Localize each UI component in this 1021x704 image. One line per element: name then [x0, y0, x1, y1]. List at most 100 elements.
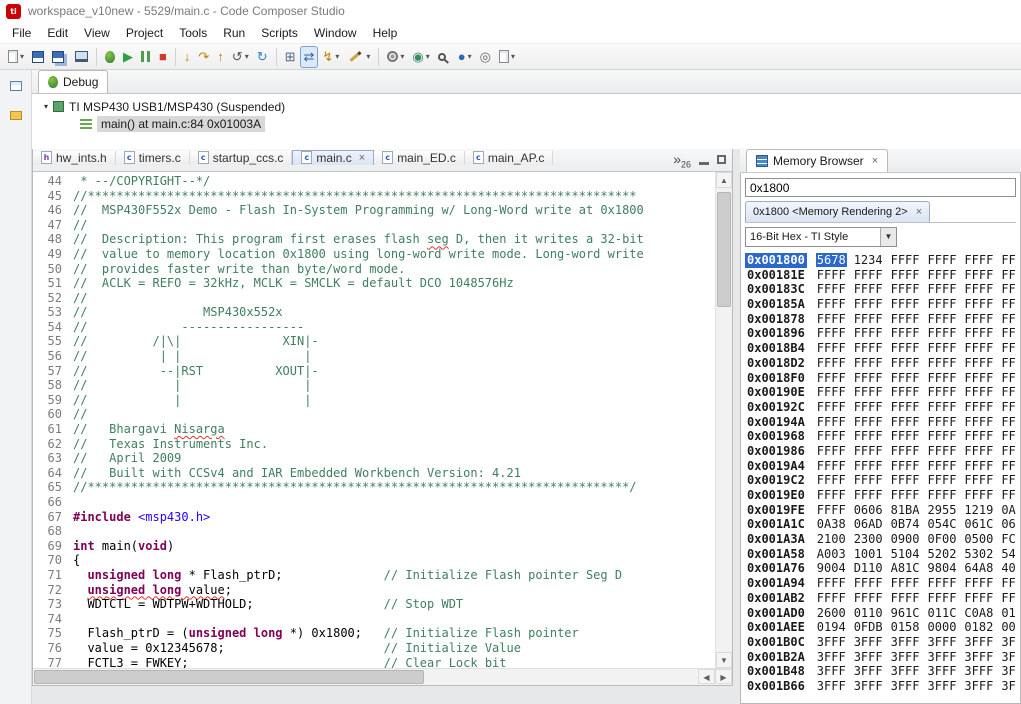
code-line[interactable]: // /|\| XIN|-: [73, 334, 715, 349]
flash-button[interactable]: ↯▾: [318, 46, 343, 68]
memory-cell[interactable]: FFFF: [890, 341, 921, 355]
memory-address[interactable]: 0x001878: [745, 312, 807, 327]
memory-cell[interactable]: FFFF: [1000, 326, 1016, 340]
memory-cell[interactable]: A81C: [890, 561, 921, 575]
memory-cell[interactable]: 3FFF: [853, 664, 884, 678]
code-line[interactable]: // --|RST XOUT|-: [73, 364, 715, 379]
memory-cell[interactable]: FFFF: [816, 326, 847, 340]
code-line[interactable]: {: [73, 553, 715, 568]
memory-cell[interactable]: FFFF: [927, 415, 958, 429]
memory-cell[interactable]: FFFF: [927, 326, 958, 340]
memory-cell[interactable]: FFFF: [963, 385, 994, 399]
memory-cell[interactable]: FFFF: [816, 400, 847, 414]
memory-cell[interactable]: FFFF: [816, 385, 847, 399]
memory-cell[interactable]: FFFF: [853, 297, 884, 311]
memory-cell[interactable]: FFFF: [853, 488, 884, 502]
memory-cell[interactable]: 0606: [853, 503, 884, 517]
memory-cell[interactable]: 2955: [927, 503, 958, 517]
memory-cell[interactable]: FFFF: [963, 429, 994, 443]
memory-cell[interactable]: FFFF: [816, 356, 847, 370]
restart-button[interactable]: ↻: [253, 46, 272, 68]
memory-address[interactable]: 0x001B48: [745, 664, 807, 679]
memory-cell[interactable]: FFFF: [1000, 488, 1016, 502]
debug-session-row[interactable]: ▾ TI MSP430 USB1/MSP430 (Suspended): [32, 98, 1021, 115]
memory-cell[interactable]: FFFF: [853, 268, 884, 282]
memory-cell[interactable]: FFFF: [1000, 253, 1016, 267]
memory-cell[interactable]: FFFF: [853, 356, 884, 370]
code-line[interactable]: // April 2009: [73, 451, 715, 466]
memory-cell[interactable]: 0B74: [890, 517, 921, 531]
memory-cell[interactable]: FFFF: [816, 459, 847, 473]
memory-address[interactable]: 0x0019C2: [745, 473, 807, 488]
memory-cell[interactable]: FFFF: [816, 429, 847, 443]
code-line[interactable]: FCTL3 = FWKEY; // Clear Lock bit: [73, 656, 715, 668]
memory-cell[interactable]: 0003: [1000, 620, 1016, 634]
memory-address[interactable]: 0x0019E0: [745, 488, 807, 503]
memory-cell[interactable]: FFFF: [927, 444, 958, 458]
menu-scripts[interactable]: Scripts: [253, 24, 306, 42]
memory-cell[interactable]: 0A08: [1000, 503, 1016, 517]
restore-view-button[interactable]: [5, 76, 27, 96]
menu-project[interactable]: Project: [118, 24, 171, 42]
code-editor[interactable]: * --/COPYRIGHT--*///********************…: [69, 172, 715, 668]
editor-tab-main_ED.c[interactable]: cmain_ED.c: [374, 151, 465, 165]
code-line[interactable]: // value to memory location 0x1800 using…: [73, 247, 715, 262]
code-line[interactable]: * --/COPYRIGHT--*/: [73, 174, 715, 189]
menu-tools[interactable]: Tools: [171, 24, 215, 42]
memory-address[interactable]: 0x001986: [745, 444, 807, 459]
memory-cell[interactable]: 0110: [1000, 606, 1016, 620]
memory-cell[interactable]: FFFF: [890, 415, 921, 429]
memory-cell[interactable]: FFFF: [853, 591, 884, 605]
memory-cell[interactable]: FFFF: [927, 297, 958, 311]
memory-cell[interactable]: 011C: [927, 606, 958, 620]
resume-button[interactable]: ▶: [119, 46, 137, 68]
memory-cell[interactable]: 3FFF: [927, 664, 958, 678]
memory-cell[interactable]: 0A38: [816, 517, 847, 531]
memory-cell[interactable]: 06AD: [853, 517, 884, 531]
memory-cell[interactable]: FFFF: [927, 282, 958, 296]
memory-cell[interactable]: FFFF: [927, 488, 958, 502]
memory-cell[interactable]: FFFF: [890, 268, 921, 282]
breakpoints-button[interactable]: ●▾: [454, 46, 476, 68]
memory-cell[interactable]: FFFF: [1000, 444, 1016, 458]
memory-cell[interactable]: FFFF: [853, 326, 884, 340]
memory-cell[interactable]: 061C: [963, 517, 994, 531]
menu-edit[interactable]: Edit: [39, 24, 76, 42]
memory-cell[interactable]: FFFF: [890, 253, 921, 267]
memory-cell[interactable]: FFFF: [963, 356, 994, 370]
memory-cell[interactable]: FFFF: [816, 297, 847, 311]
memory-cell[interactable]: FFFF: [927, 268, 958, 282]
code-line[interactable]: // | |: [73, 378, 715, 393]
memory-cell[interactable]: 3FFF: [890, 635, 921, 649]
memory-cell[interactable]: 3FFF: [853, 650, 884, 664]
memory-cell[interactable]: FFFF: [853, 415, 884, 429]
memory-cell[interactable]: 81BA: [890, 503, 921, 517]
code-line[interactable]: // MSP430x552x: [73, 305, 715, 320]
memory-cell[interactable]: FFFF: [1000, 268, 1016, 282]
format-select[interactable]: 16-Bit Hex - TI Style ▼: [745, 227, 897, 247]
memory-address[interactable]: 0x001A58: [745, 547, 807, 562]
memory-cell[interactable]: FFFF: [927, 591, 958, 605]
memory-address[interactable]: 0x001B0C: [745, 635, 807, 650]
memory-address[interactable]: 0x0019A4: [745, 459, 807, 474]
memory-cell[interactable]: FFFF: [963, 371, 994, 385]
memory-cell[interactable]: 3FFF: [1000, 664, 1016, 678]
memory-cell[interactable]: FFFF: [963, 415, 994, 429]
memory-address[interactable]: 0x001A1C: [745, 517, 807, 532]
memory-address[interactable]: 0x00192C: [745, 400, 807, 415]
memory-address[interactable]: 0x0018F0: [745, 371, 807, 386]
show-console-button[interactable]: [71, 46, 92, 68]
editor-horizontal-scrollbar[interactable]: ◀ ▶: [33, 668, 732, 685]
memory-cell[interactable]: 1234: [853, 253, 884, 267]
memory-cell[interactable]: D110: [853, 561, 884, 575]
memory-address[interactable]: 0x00190E: [745, 385, 807, 400]
memory-cell[interactable]: FFFF: [890, 576, 921, 590]
memory-cell[interactable]: 0194: [816, 620, 847, 634]
editor-tab-startup_ccs.c[interactable]: cstartup_ccs.c: [190, 151, 293, 165]
memory-cell[interactable]: 3FFF: [816, 635, 847, 649]
memory-cell[interactable]: FFFF: [853, 429, 884, 443]
horizontal-scroll-thumb[interactable]: [34, 670, 424, 684]
memory-cell[interactable]: FFFF: [963, 326, 994, 340]
memory-cell[interactable]: FFFF: [963, 253, 994, 267]
pin-view-button[interactable]: ◎: [476, 46, 495, 68]
